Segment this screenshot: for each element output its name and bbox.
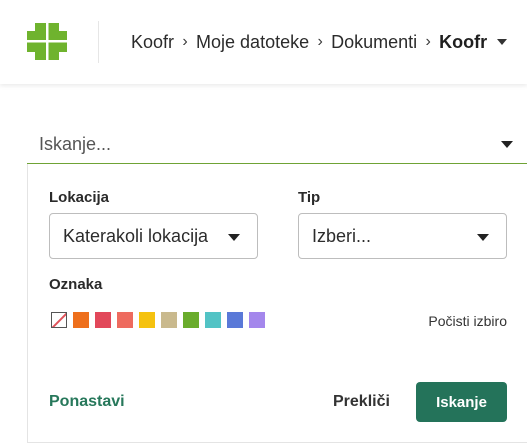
search-input[interactable] xyxy=(27,131,489,157)
chevron-right-icon: › xyxy=(425,33,431,50)
tag-color-swatches xyxy=(51,312,265,328)
tag-swatch-blue[interactable] xyxy=(227,312,243,328)
koofr-logo-icon[interactable] xyxy=(27,23,67,60)
caret-down-icon xyxy=(477,234,489,241)
chevron-right-icon: › xyxy=(317,33,323,50)
caret-down-icon xyxy=(228,234,240,241)
tag-label: Oznaka xyxy=(49,276,103,293)
breadcrumb-current[interactable]: Koofr xyxy=(439,32,487,53)
breadcrumb: Koofr › Moje datoteke › Dokumenti › Koof… xyxy=(131,30,508,54)
clear-selection-link[interactable]: Počisti izbiro xyxy=(428,313,507,329)
search-button[interactable]: Iskanje xyxy=(416,382,507,422)
tag-swatch-none[interactable] xyxy=(51,312,67,328)
location-select-value: Katerakoli lokacija xyxy=(63,226,209,246)
breadcrumb-item-moje-datoteke[interactable]: Moje datoteke xyxy=(196,32,309,53)
header-divider xyxy=(98,21,99,63)
tag-swatch-orange[interactable] xyxy=(73,312,89,328)
search-filter-panel: Lokacija Katerakoli lokacija Tip Izberi.… xyxy=(27,164,527,443)
cancel-link[interactable]: Prekliči xyxy=(333,393,390,411)
reset-link[interactable]: Ponastavi xyxy=(49,393,125,411)
location-label: Lokacija xyxy=(49,189,110,206)
type-select-value: Izberi... xyxy=(312,226,372,246)
tag-swatch-tan[interactable] xyxy=(161,312,177,328)
type-select[interactable]: Izberi... xyxy=(298,213,507,259)
search-bar xyxy=(27,124,527,164)
tag-swatch-salmon[interactable] xyxy=(117,312,133,328)
location-select[interactable]: Katerakoli lokacija xyxy=(49,213,258,259)
caret-down-icon[interactable] xyxy=(497,39,508,45)
breadcrumb-item-koofr[interactable]: Koofr xyxy=(131,32,174,53)
tag-swatch-red[interactable] xyxy=(95,312,111,328)
type-label: Tip xyxy=(298,189,321,206)
tag-swatch-yellow[interactable] xyxy=(139,312,155,328)
tag-swatch-purple[interactable] xyxy=(249,312,265,328)
tag-swatch-teal[interactable] xyxy=(205,312,221,328)
breadcrumb-item-dokumenti[interactable]: Dokumenti xyxy=(331,32,417,53)
top-header: Koofr › Moje datoteke › Dokumenti › Koof… xyxy=(0,0,527,84)
tag-swatch-green[interactable] xyxy=(183,312,199,328)
caret-down-icon[interactable] xyxy=(501,141,513,148)
chevron-right-icon: › xyxy=(182,33,188,50)
